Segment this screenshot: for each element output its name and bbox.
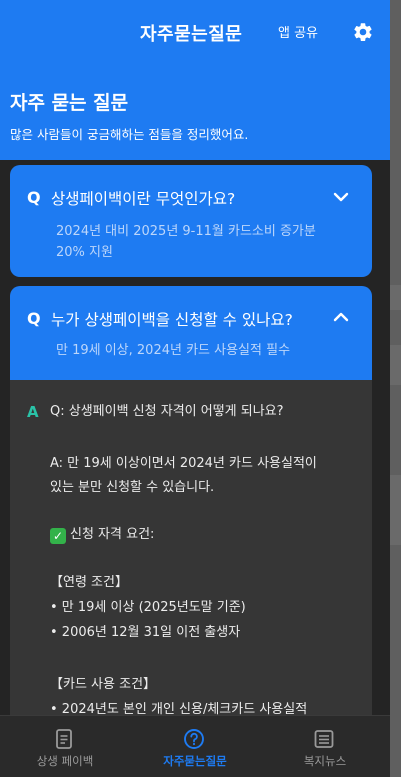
faq-list: Q 상생페이백이란 무엇인가요? 2024년 대비 2025년 9-11월 카드… — [0, 160, 390, 720]
header-title: 자주묻는질문 — [140, 24, 243, 45]
check-icon: ✓ — [50, 528, 66, 544]
answer-line: • 2006년 12월 31일 이전 출생자 — [50, 625, 241, 640]
tab-label: 복지뉴스 — [303, 754, 347, 768]
question-icon — [184, 729, 204, 749]
eligibility-heading: ✓ 신청 자격 요건: — [50, 523, 360, 546]
answer-line: 있는 분만 신청할 수 있습니다. — [50, 480, 215, 495]
app-screen: 자주묻는질문 앱 공유 자주 묻는 질문 많은 사람들이 궁금해하는 점들을 정… — [0, 0, 390, 777]
tab-welfare-news[interactable]: 복지뉴스 — [260, 716, 390, 777]
question-mark-label: Q — [27, 309, 41, 328]
faq-item-1[interactable]: Q 상생페이백이란 무엇인가요? 2024년 대비 2025년 9-11월 카드… — [10, 165, 372, 277]
bottom-tab-bar: 상생 페이백 자주묻는질문 복지뉴스 — [0, 715, 390, 777]
question-mark-label: Q — [27, 188, 41, 207]
faq-question: 누가 상생페이백을 신청할 수 있나요? — [51, 311, 293, 329]
background-peek — [390, 0, 401, 777]
faq-answer-panel: A Q: 상생페이백 신청 자격이 어떻게 되나요? A: 만 19세 이상이면… — [10, 380, 372, 720]
share-app-button[interactable]: 앱 공유 — [278, 22, 318, 41]
page-subtitle: 많은 사람들이 궁금해하는 점들을 정리했어요. — [10, 127, 249, 142]
tab-payback[interactable]: 상생 페이백 — [0, 716, 130, 777]
gear-icon[interactable] — [352, 21, 374, 43]
news-icon — [314, 730, 334, 748]
tab-faq[interactable]: 자주묻는질문 — [130, 716, 260, 777]
document-icon — [56, 729, 72, 749]
faq-summary: 2024년 대비 2025년 9-11월 카드소비 증가분 20% 지원 — [56, 224, 316, 260]
faq-item-2[interactable]: Q 누가 상생페이백을 신청할 수 있나요? 만 19세 이상, 2024년 카… — [10, 286, 372, 380]
answer-line: 신청 자격 요건: — [70, 527, 155, 542]
faq-summary: 만 19세 이상, 2024년 카드 사용실적 필수 — [56, 343, 291, 358]
answer-line: A: 만 19세 이상이면서 2024년 카드 사용실적이 — [50, 456, 317, 471]
answer-line: 【카드 사용 조건】 — [50, 677, 157, 692]
tab-label: 자주묻는질문 — [163, 754, 227, 768]
faq-question: 상생페이백이란 무엇인가요? — [51, 190, 236, 208]
app-header: 자주묻는질문 앱 공유 — [0, 0, 390, 64]
intro-section: 자주 묻는 질문 많은 사람들이 궁금해하는 점들을 정리했어요. — [0, 64, 390, 160]
answer-mark-label: A — [27, 403, 39, 421]
answer-line: Q: 상생페이백 신청 자격이 어떻게 되나요? — [50, 404, 284, 419]
chevron-down-icon[interactable] — [333, 192, 349, 202]
chevron-up-icon[interactable] — [333, 312, 349, 322]
answer-line: 【연령 조건】 — [50, 575, 128, 590]
answer-line: • 만 19세 이상 (2025년도말 기준) — [50, 600, 246, 615]
tab-label: 상생 페이백 — [36, 754, 94, 768]
page-title: 자주 묻는 질문 — [10, 92, 129, 114]
